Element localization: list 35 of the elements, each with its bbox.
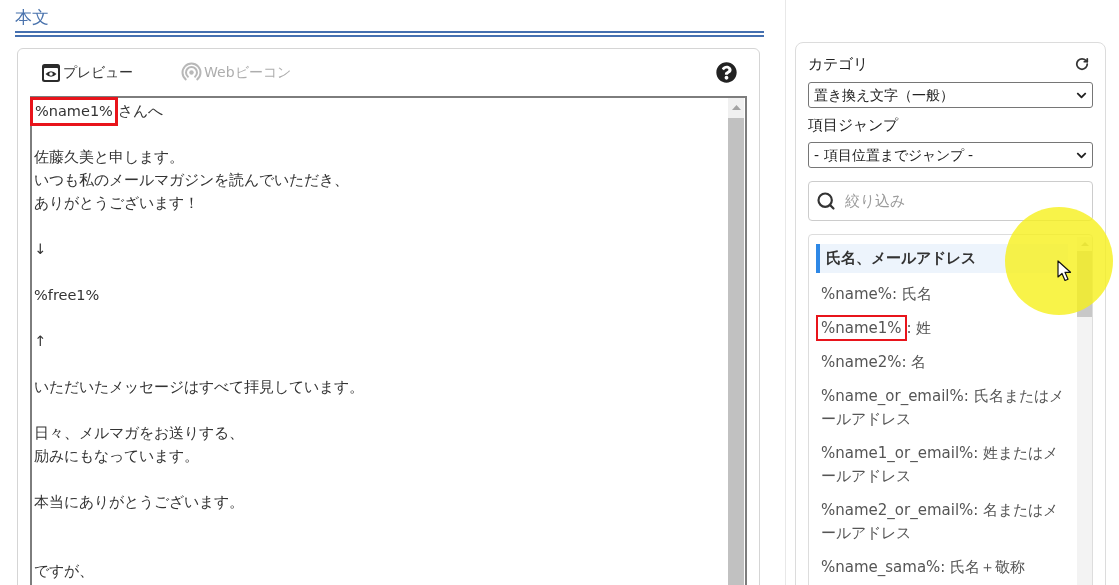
variable-list-item[interactable]: %name_or_email%: 氏名またはメールアドレス	[816, 379, 1072, 436]
highlighted-code: %name1%	[30, 97, 118, 126]
body-text-line: いただいたメッセージはすべて拝見しています。	[34, 378, 364, 397]
body-text-line: 日々、メルマガをお送りする、	[34, 424, 244, 443]
mouse-pointer-icon	[1057, 260, 1072, 282]
message-body-editor[interactable]: %name1% さんへ 佐藤久美と申します。 いつも私のメールマガジンを読んでいただき、 ありがとうございます！ ↓ %free1% ↑ いただいたメッセージはすべて拝見しています。 日々、メルマガをお送りする、 励みにもなっています。 本当にありがとうございます。 ですが、	[30, 96, 747, 585]
body-text-line: 本当にありがとうございます。	[34, 493, 244, 512]
body-text-line: ありがとうございます！	[34, 194, 199, 213]
eye-icon	[42, 63, 60, 82]
field-label: 項目ジャンプ	[808, 114, 898, 136]
field-label: カテゴリ	[808, 53, 868, 75]
search-icon	[816, 191, 836, 211]
body-text-line: ↑	[34, 332, 47, 351]
body-text-line: さんへ	[117, 102, 163, 121]
jump-select[interactable]: - 項目位置までジャンプ -	[808, 142, 1093, 168]
body-text-line: %free1%	[34, 286, 100, 305]
highlighted-code: %name1%	[816, 315, 907, 341]
section-title: 本文	[15, 6, 50, 29]
body-text-line: ↓	[34, 240, 47, 259]
variable-list-item[interactable]: %name2_or_email%: 名またはメールアドレス	[816, 493, 1072, 550]
signal-waves-icon	[181, 62, 202, 83]
body-text-line: ですが、	[34, 562, 94, 581]
category-select[interactable]: 置き換え文字（一般）	[808, 82, 1093, 108]
toolbar-tab[interactable]: プレビュー	[42, 62, 133, 83]
variable-list-item[interactable]: %name1% : 姓	[816, 311, 1072, 345]
variable-list-item[interactable]: %name1_or_email%: 姓またはメールアドレス	[816, 436, 1072, 493]
refresh-icon[interactable]	[1075, 57, 1089, 71]
body-text-line: 励みにもなっています。	[34, 447, 199, 466]
variable-list-item[interactable]: %name_sama%: 氏名＋敬称	[816, 550, 1072, 584]
body-text-line: 佐藤久美と申します。	[34, 148, 184, 167]
variable-list-item[interactable]: %name2%: 名	[816, 345, 1072, 379]
help-icon[interactable]	[716, 62, 737, 83]
filter-field[interactable]: 絞り込み	[808, 181, 1093, 221]
scroll-up-arrow-icon[interactable]	[731, 104, 741, 110]
body-text-line: いつも私のメールマガジンを読んでいただき、	[34, 171, 349, 190]
